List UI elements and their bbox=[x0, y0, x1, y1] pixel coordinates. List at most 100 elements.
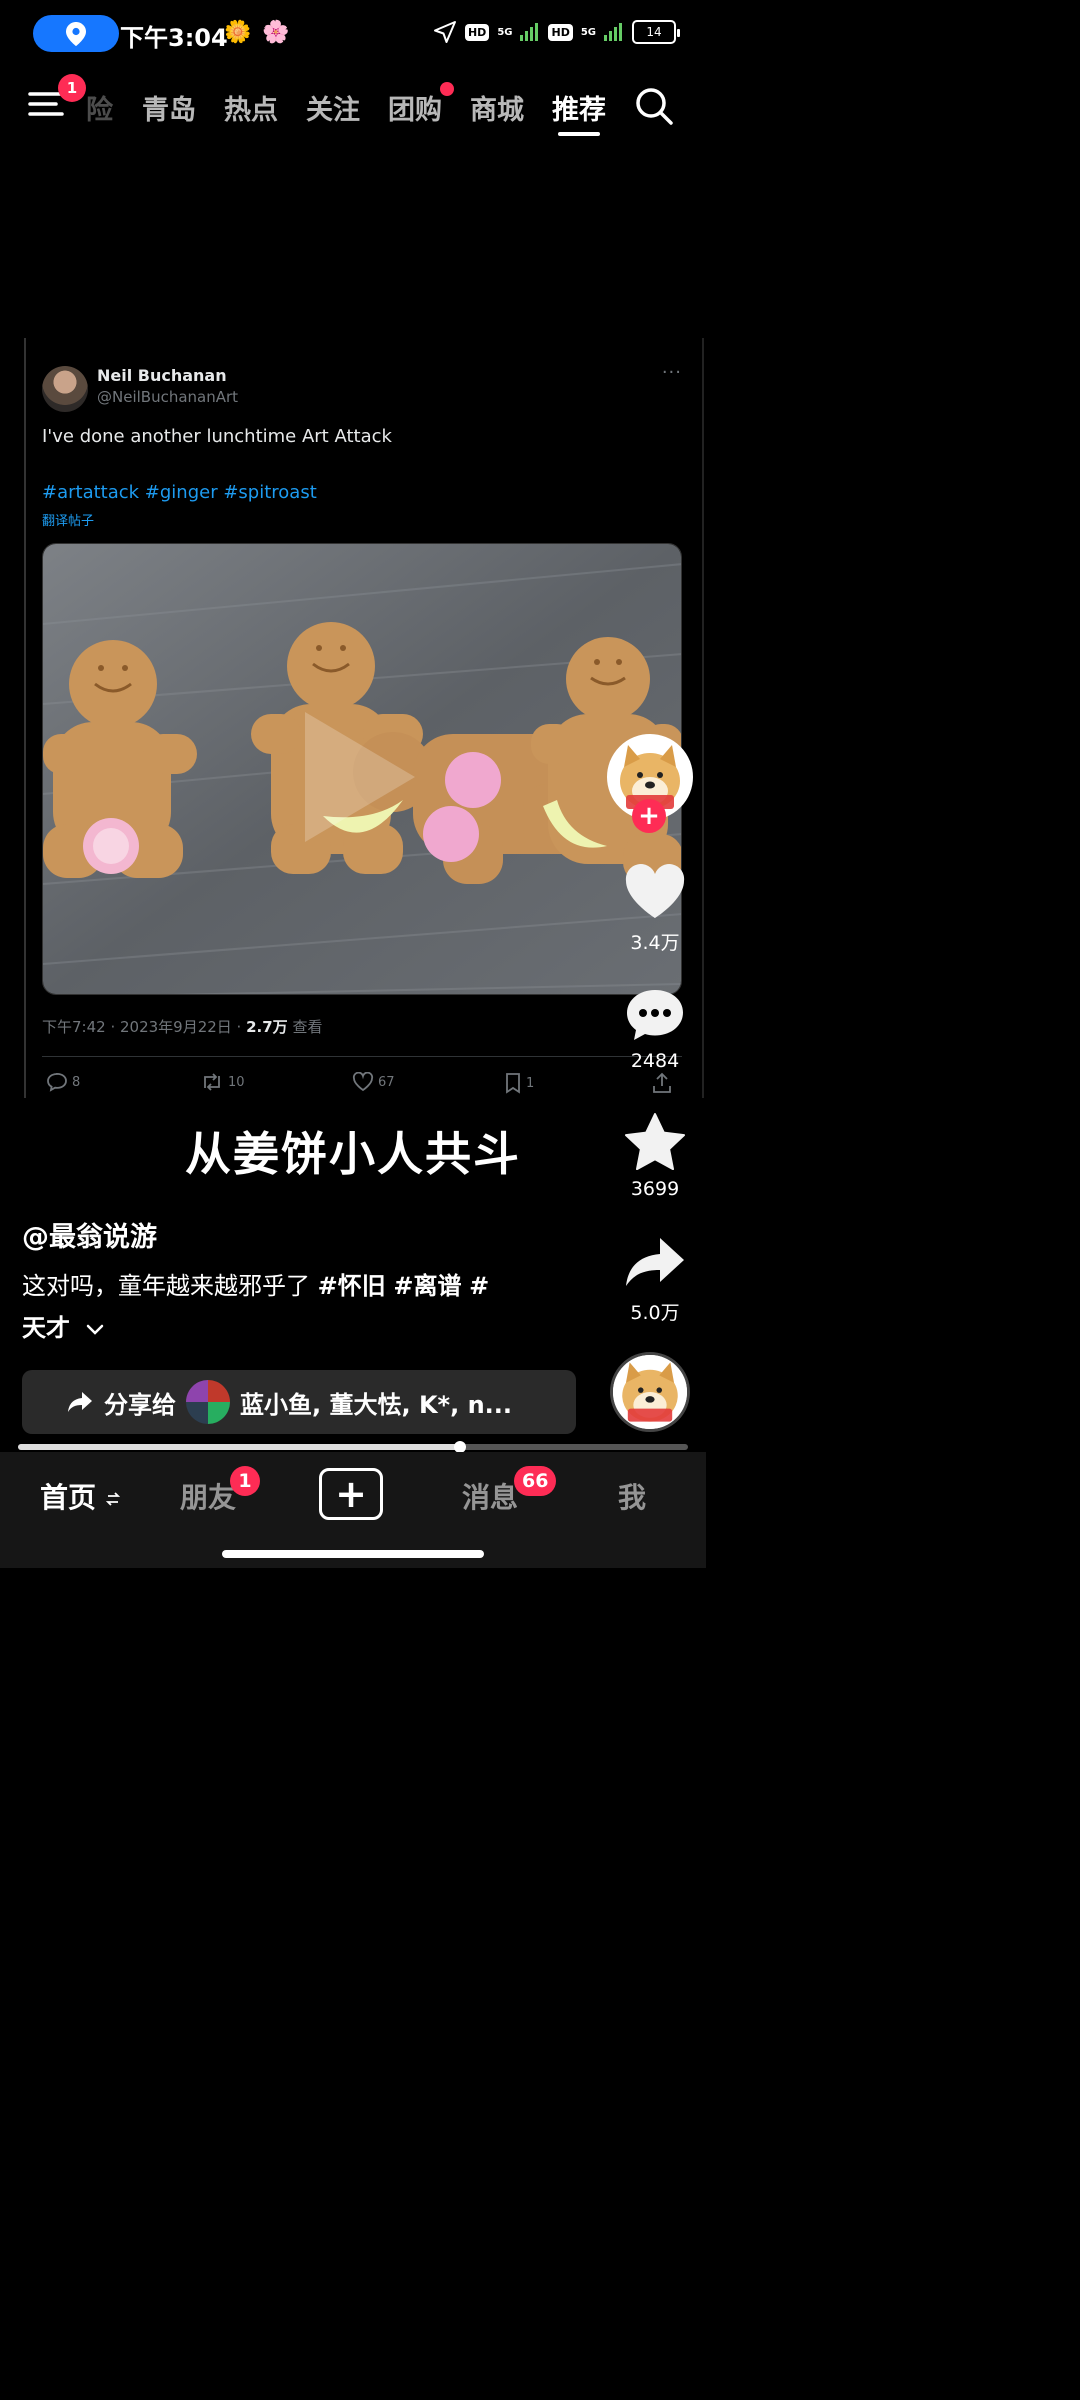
flower-yellow-icon: 🌼 bbox=[224, 20, 252, 45]
nav-friends[interactable]: 朋友 bbox=[180, 1476, 236, 1516]
friends-badge: 1 bbox=[230, 1466, 260, 1496]
gingerbread-photo bbox=[42, 543, 682, 995]
tab-mall[interactable]: 商城 bbox=[456, 88, 538, 127]
tweet-retweet-count: 10 bbox=[228, 1074, 245, 1090]
doge-music-avatar-icon bbox=[613, 1355, 687, 1429]
status-icons: HD 5G HD 5G 14 bbox=[433, 20, 680, 44]
nav-me[interactable]: 我 bbox=[618, 1476, 646, 1516]
tweet-border-left bbox=[24, 338, 26, 1098]
flower-pink-icon: 🌸 bbox=[262, 20, 290, 45]
battery-icon: 14 bbox=[632, 20, 680, 44]
hashtag-absurd[interactable]: #离谱 bbox=[393, 1272, 461, 1300]
comment-count: 2484 bbox=[630, 1050, 680, 1072]
tweet-bookmark-count: 1 bbox=[526, 1075, 535, 1091]
network-5g-label: 5G bbox=[497, 26, 513, 38]
tab-group-buy-label: 团购 bbox=[388, 95, 442, 126]
menu-badge: 1 bbox=[58, 74, 86, 102]
search-icon[interactable] bbox=[632, 84, 676, 128]
create-post-button[interactable]: + bbox=[319, 1468, 383, 1520]
comment-icon bbox=[627, 990, 683, 1040]
nav-tabs: 险 青岛 热点 关注 团购 商城 推荐 bbox=[86, 82, 620, 136]
share-to-friends-bar[interactable]: 分享给 蓝小鱼, 董大怯, K*, n... bbox=[22, 1370, 576, 1434]
like-count: 3.4万 bbox=[630, 932, 680, 954]
hd-badge: HD bbox=[464, 23, 490, 41]
tweet-reply-count: 8 bbox=[72, 1074, 81, 1090]
network-5g-label-2: 5G bbox=[580, 26, 596, 38]
share-button[interactable]: 5.0万 bbox=[614, 1234, 696, 1325]
battery-level: 14 bbox=[646, 25, 662, 39]
star-icon bbox=[625, 1113, 685, 1171]
tweet-hashtags: #artattack #ginger #spitroast bbox=[42, 482, 317, 503]
top-nav: 1 险 青岛 热点 关注 团购 商城 推荐 bbox=[0, 66, 706, 146]
tweet-share bbox=[652, 1072, 672, 1094]
tweet-translate-link: 翻译帖子 bbox=[42, 514, 95, 529]
retweet-icon bbox=[204, 1073, 220, 1091]
tweet-author-name: Neil Buchanan bbox=[97, 366, 227, 385]
tweet-reply: 8 bbox=[46, 1072, 80, 1092]
tweet-bookmark: 1 bbox=[504, 1072, 534, 1094]
tweet-views-label: 查看 bbox=[287, 1018, 323, 1036]
tweet-author-avatar bbox=[42, 366, 88, 412]
tab-group-buy[interactable]: 团购 bbox=[374, 82, 456, 127]
hashtag-nostalgia[interactable]: #怀旧 bbox=[318, 1272, 386, 1300]
favorite-button[interactable]: 3699 bbox=[614, 1112, 696, 1200]
hashtag-genius[interactable]: 天才 bbox=[22, 1314, 70, 1342]
tab-qingdao[interactable]: 青岛 bbox=[128, 88, 210, 127]
chevron-down-icon[interactable] bbox=[84, 1321, 106, 1337]
video-caption: 从姜饼小人共斗 bbox=[185, 1127, 521, 1181]
home-indicator bbox=[222, 1550, 484, 1558]
status-bar: 下午3:04 🌼 🌸 HD 5G HD 5G 14 bbox=[0, 0, 706, 66]
bottom-nav: 首页 朋友 1 + 消息 66 我 bbox=[0, 1452, 706, 1568]
tweet-like-count: 67 bbox=[378, 1074, 395, 1090]
tweet-meta: 下午7:42 · 2023年9月22日 · 2.7万 查看 bbox=[42, 1016, 322, 1037]
tweet-like: 67 bbox=[352, 1072, 395, 1092]
navigation-arrow-icon bbox=[433, 21, 456, 43]
tweet-screenshot[interactable]: Neil Buchanan @NeilBuchananArt ··· I've … bbox=[24, 338, 704, 1098]
share-arrow-icon bbox=[626, 1238, 684, 1286]
hd-badge-2: HD bbox=[548, 23, 573, 41]
tab-hot[interactable]: 热点 bbox=[210, 88, 292, 127]
swap-arrows-icon bbox=[105, 1492, 120, 1506]
nav-home[interactable]: 首页 bbox=[40, 1476, 120, 1516]
music-disc[interactable] bbox=[610, 1352, 690, 1432]
post-author[interactable]: @最翁说游 bbox=[22, 1215, 157, 1254]
video-progress-bar[interactable] bbox=[18, 1441, 688, 1453]
post-description[interactable]: 这对吗，童年越来越邪乎了 #怀旧 #离谱 # 天才 bbox=[22, 1265, 542, 1349]
gingerbread-illustration bbox=[43, 544, 681, 994]
nav-home-label: 首页 bbox=[40, 1481, 97, 1514]
tab-following[interactable]: 关注 bbox=[292, 88, 374, 127]
tweet-text: I've done another lunchtime Art Attack bbox=[42, 426, 392, 447]
tweet-divider bbox=[42, 1056, 682, 1057]
tweet-retweet: 10 bbox=[200, 1072, 245, 1092]
status-time: 下午3:04 bbox=[120, 24, 228, 52]
reply-icon bbox=[47, 1072, 67, 1092]
share-count: 5.0万 bbox=[630, 1302, 680, 1324]
tweet-views: 2.7万 bbox=[246, 1018, 288, 1036]
tab-recommend[interactable]: 推荐 bbox=[538, 88, 620, 136]
tweet-time: 下午7:42 · 2023年9月22日 · bbox=[42, 1018, 247, 1036]
nav-messages[interactable]: 消息 bbox=[462, 1476, 518, 1516]
heart-icon bbox=[625, 864, 685, 918]
tweet-border-right bbox=[702, 338, 704, 1098]
like-button[interactable]: 3.4万 bbox=[614, 864, 696, 955]
follow-button[interactable]: + bbox=[632, 799, 666, 833]
friends-group-avatar bbox=[186, 1380, 230, 1424]
signal-bars-icon bbox=[520, 23, 539, 41]
more-options-icon: ··· bbox=[661, 362, 682, 383]
comment-button[interactable]: 2484 bbox=[614, 986, 696, 1072]
location-pin-icon bbox=[66, 21, 86, 46]
desc-text: 这对吗，童年越来越邪乎了 bbox=[22, 1272, 318, 1300]
location-indicator[interactable] bbox=[33, 15, 119, 52]
video-progress-fill bbox=[18, 1441, 467, 1453]
bookmark-icon bbox=[506, 1073, 520, 1094]
share-arrow-small-icon bbox=[68, 1392, 92, 1412]
upload-share-icon bbox=[653, 1072, 671, 1093]
group-buy-dot-badge bbox=[440, 82, 454, 96]
share-label: 分享给 bbox=[104, 1390, 176, 1419]
signal-bars-icon-2 bbox=[604, 23, 622, 41]
messages-badge: 66 bbox=[514, 1466, 557, 1496]
tab-partial[interactable]: 险 bbox=[86, 88, 128, 127]
share-friend-names: 蓝小鱼, 董大怯, K*, n... bbox=[240, 1390, 513, 1419]
hashtag-partial[interactable]: # bbox=[469, 1272, 489, 1300]
tweet-actions: 8 10 67 1 bbox=[46, 1072, 676, 1096]
